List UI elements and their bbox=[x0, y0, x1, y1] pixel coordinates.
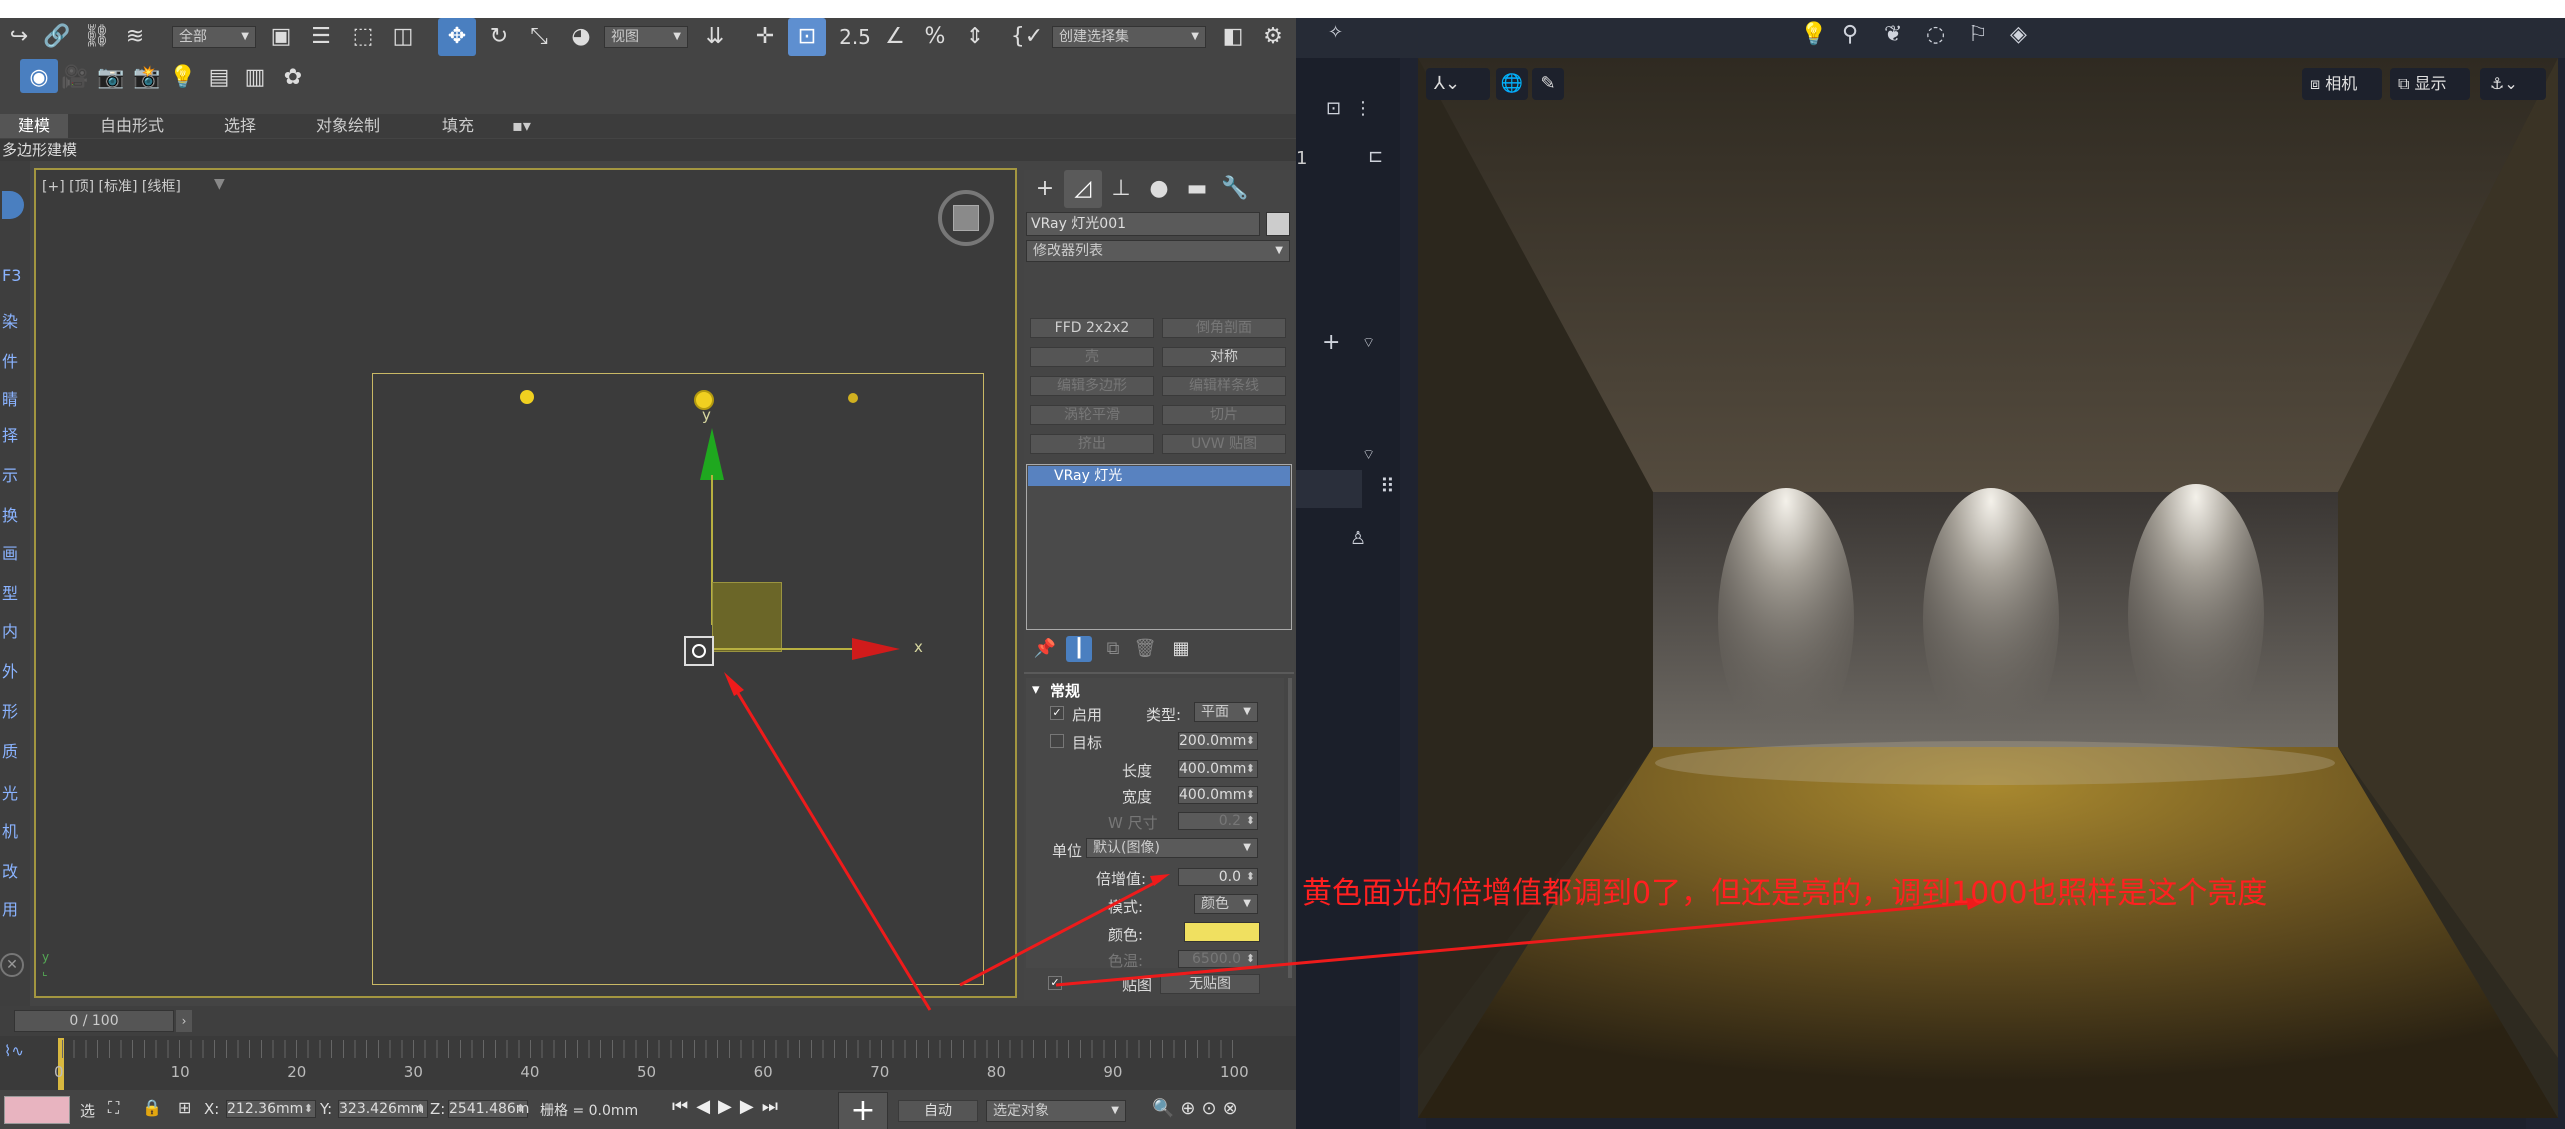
arrow-head-up bbox=[724, 672, 744, 696]
page: ↪ 🔗 ⛓ ≋ 全部 ▣ ☰ ⬚ ◫ ✥ ↻ ⤡ ◕ 视图 ⇊ ✛ ⊡ 2.5 … bbox=[0, 0, 2565, 1129]
annotation-arrows bbox=[724, 672, 1988, 1011]
annotation-text: 黄色面光的倍增值都调到0了，但还是亮的，调到1000也照样是这个亮度 bbox=[1302, 876, 2268, 911]
